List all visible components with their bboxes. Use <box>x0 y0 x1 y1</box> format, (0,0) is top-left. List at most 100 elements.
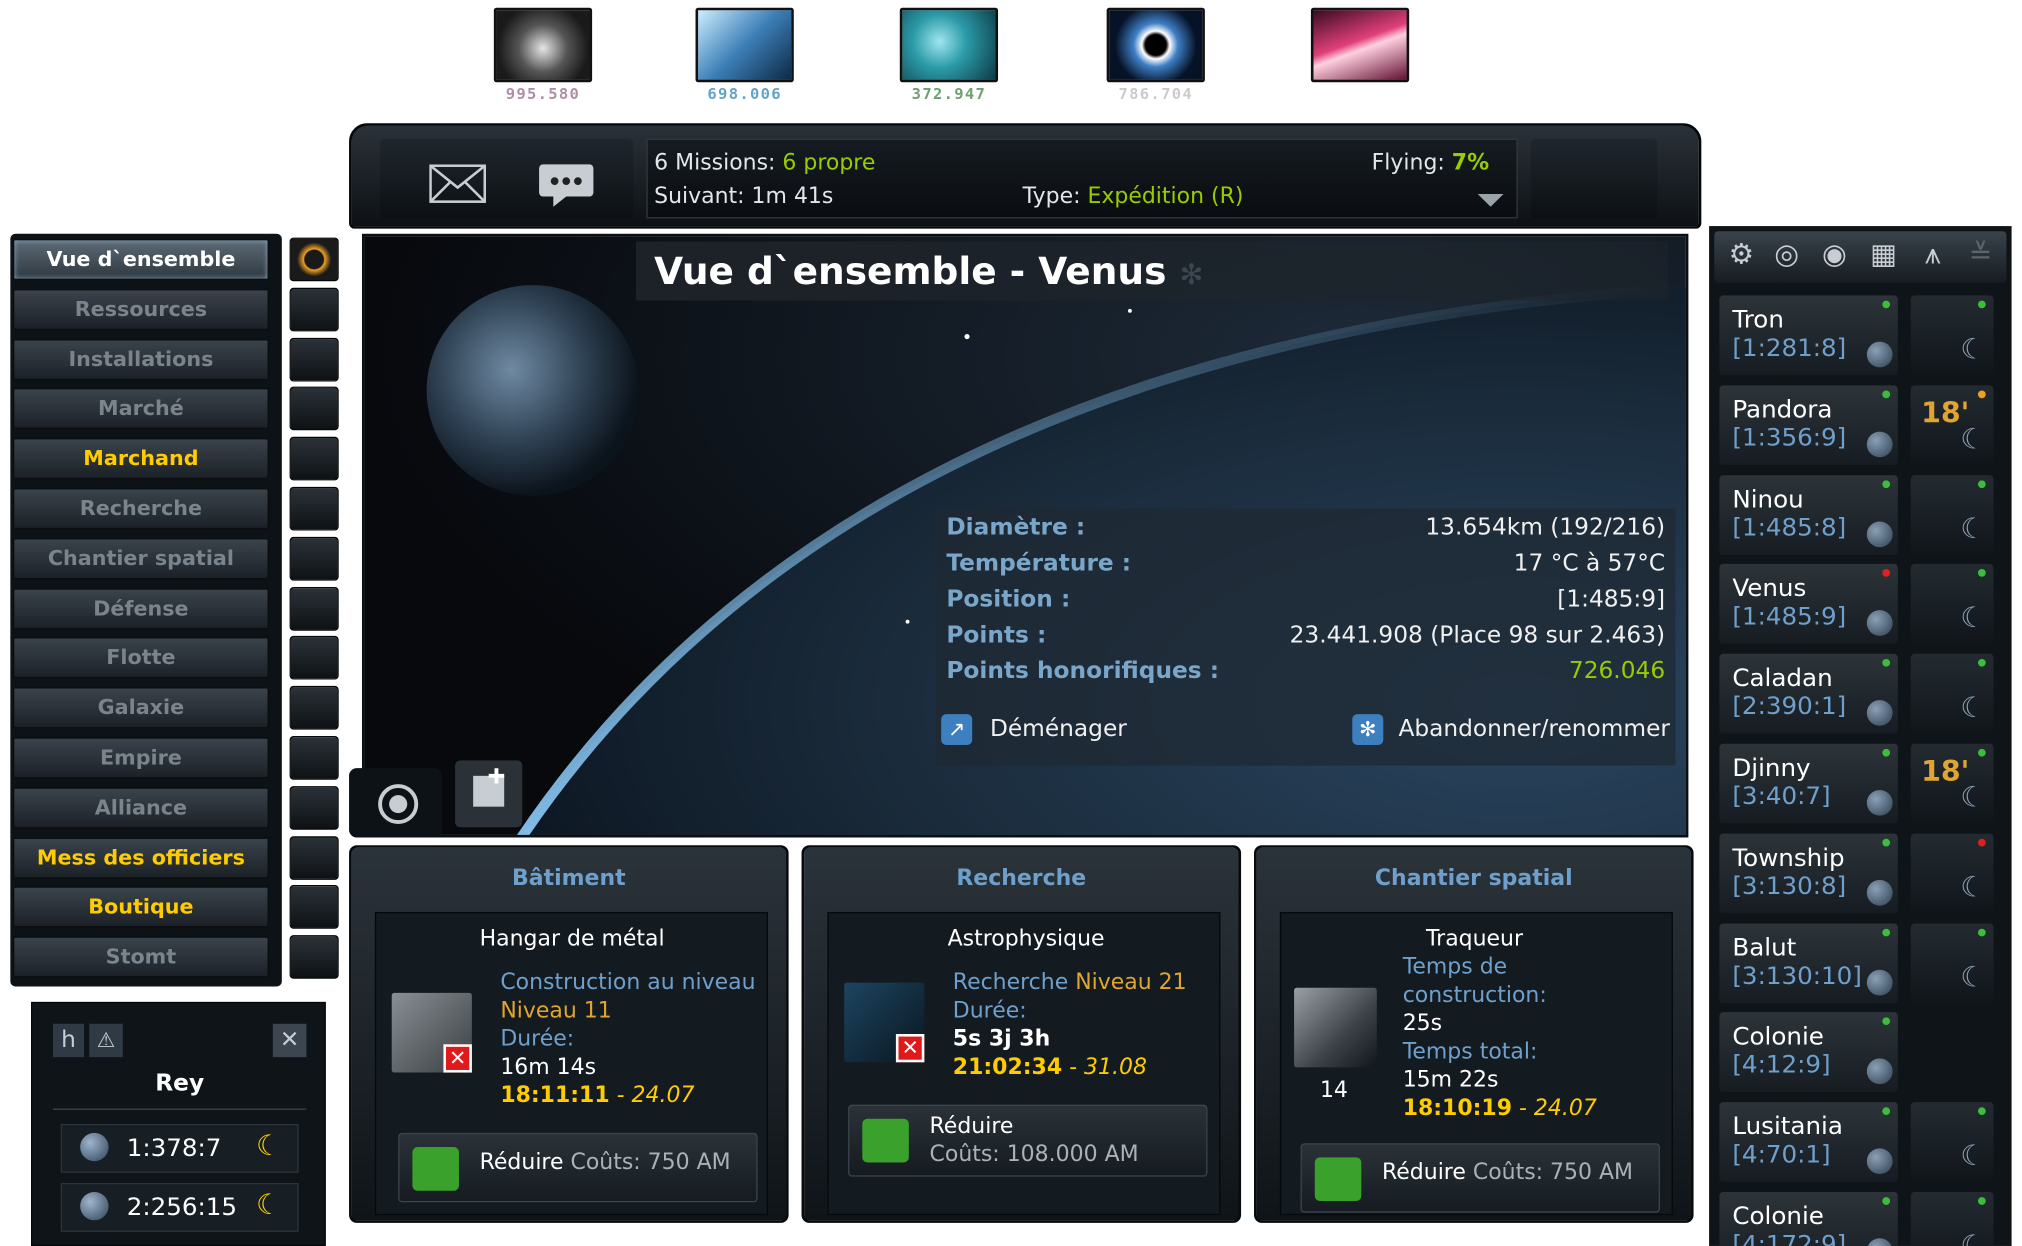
collapse-icon[interactable]: ≚ <box>1957 239 2004 271</box>
planet-item[interactable]: Township [3:130:8] <box>1719 833 1898 914</box>
gear-icon[interactable]: ✻ <box>1179 259 1203 291</box>
resources-icon[interactable] <box>289 287 339 332</box>
flying-label: Flying: <box>1371 150 1445 176</box>
move-planet-link[interactable]: ↗ Déménager <box>941 714 1127 746</box>
menu-item[interactable]: Recherche <box>12 488 269 530</box>
menu-item[interactable]: Défense <box>12 587 269 629</box>
planet-name: Tron <box>1732 305 1784 334</box>
menu-item[interactable]: Empire <box>12 737 269 779</box>
mail-icon[interactable] <box>429 164 487 203</box>
moon-slot[interactable]: ☾ <box>1910 564 1994 645</box>
moon-slot[interactable]: ☾ <box>1910 654 1994 734</box>
menu-item[interactable]: Flotte <box>12 637 269 679</box>
chevron-down-icon[interactable] <box>1475 191 1506 209</box>
build-time-label-1: Temps de <box>1402 954 1508 981</box>
type-value: Expédition (R) <box>1087 183 1244 210</box>
chat-icon[interactable] <box>538 162 595 208</box>
research-icon[interactable] <box>289 486 339 531</box>
menu-item[interactable]: Stomt <box>12 936 269 978</box>
moon-slot[interactable]: ☾ <box>1910 295 1994 376</box>
activity-dot <box>1977 569 1986 578</box>
menu-item[interactable]: Galaxie <box>12 687 269 729</box>
shop-icon[interactable] <box>289 885 339 930</box>
resource-crystal[interactable]: 698.006 <box>693 7 796 106</box>
target-icon[interactable]: ◎ <box>1763 239 1810 271</box>
moon-orbit-icon[interactable] <box>375 781 422 827</box>
add-note-icon[interactable] <box>468 768 512 812</box>
shipyard-reduce-button[interactable]: Réduire Coûts: 750 AM <box>1300 1143 1660 1213</box>
moon-slot[interactable]: ☾ <box>1910 474 1994 555</box>
moon-slot[interactable]: ☾ <box>1910 833 1994 914</box>
menu-item[interactable]: Boutique <box>12 886 269 928</box>
moon-slot[interactable]: ☾ 18' <box>1910 743 1994 824</box>
planet-item[interactable]: Lusitania [4:70:1] <box>1719 1102 1898 1182</box>
planet-name: Lusitania <box>1732 1112 1843 1141</box>
menu-item[interactable]: Chantier spatial <box>12 537 269 580</box>
coord-entry[interactable]: 2:256:15 ☾ <box>60 1183 299 1232</box>
installations-icon[interactable] <box>289 337 339 381</box>
resource-metal[interactable]: 995.580 <box>491 7 594 106</box>
moon-slot[interactable]: ☾ 18' <box>1910 385 1994 465</box>
menu-item[interactable]: Marché <box>12 388 269 430</box>
h-button[interactable]: h <box>53 1023 85 1058</box>
activity-dot <box>1882 1017 1891 1026</box>
planet-item[interactable]: Pandora [1:356:9] <box>1719 385 1898 465</box>
activity-dot <box>1882 1107 1891 1116</box>
officers-icon[interactable] <box>289 835 339 880</box>
gear-icon[interactable]: ⚙ <box>1719 239 1763 271</box>
trader-icon[interactable] <box>289 436 339 481</box>
menu-item[interactable]: Mess des officiers <box>12 836 269 879</box>
menu-item[interactable]: Vue d`ensemble <box>12 238 269 281</box>
cancel-icon[interactable]: ✕ <box>895 1034 925 1063</box>
grid-icon[interactable]: ▦ <box>1859 239 1908 271</box>
resource-dark-matter[interactable]: 826 <box>1308 7 1411 106</box>
moon-slot[interactable]: ☾ <box>1910 1102 1994 1182</box>
moon-slot[interactable]: ☾ <box>1910 923 1994 1003</box>
fleet-icon[interactable]: ⩚ <box>1908 239 1957 271</box>
stomt-icon[interactable] <box>289 935 339 980</box>
building-reduce-button[interactable]: Réduire Coûts: 750 AM <box>398 1132 758 1203</box>
cancel-icon[interactable]: ✕ <box>443 1044 472 1073</box>
fleet-icon[interactable] <box>289 636 339 681</box>
diameter-label: Diamètre : <box>946 513 1086 541</box>
planet-item[interactable]: Tron [1:281:8] <box>1719 295 1898 376</box>
reduce-icon <box>412 1147 459 1191</box>
page-title: Vue d`ensemble - Venus ✻ <box>636 241 1668 301</box>
resource-energy[interactable]: 786.704 <box>1104 7 1207 106</box>
moon-icon[interactable]: ☾ <box>256 1189 282 1221</box>
planet-icon <box>80 1132 109 1162</box>
planet-item[interactable]: Colonie [4:12:9] <box>1719 1012 1898 1093</box>
alliance-icon[interactable] <box>289 785 339 830</box>
research-reduce-button[interactable]: Réduire Coûts: 108.000 AM <box>848 1104 1208 1177</box>
shipyard-icon[interactable] <box>289 536 339 581</box>
moon-icon[interactable]: ☾ <box>256 1130 282 1162</box>
fleet-events[interactable]: 6 Missions: 6 propre Flying: 7% Suivant:… <box>646 138 1518 219</box>
building-duration-label: Durée: <box>500 1026 575 1053</box>
market-icon[interactable] <box>289 387 339 431</box>
coord-entry[interactable]: 1:378:7 ☾ <box>60 1123 299 1173</box>
menu-item[interactable]: Alliance <box>12 787 269 829</box>
planet-item[interactable]: Balut [3:130:10] <box>1719 923 1898 1003</box>
planet-icon[interactable]: ◉ <box>1810 239 1859 271</box>
planet-item[interactable]: Djinny [3:40:7] <box>1719 743 1898 824</box>
abandon-rename-link[interactable]: ✻ Abandonner/renommer <box>1352 714 1670 746</box>
moon-timer: 18' <box>1921 756 1970 789</box>
resource-deuterium[interactable]: 372.947 <box>897 7 1000 106</box>
planet-name: Balut <box>1732 933 1797 962</box>
galaxy-icon[interactable] <box>289 686 339 730</box>
empire-icon[interactable] <box>289 736 339 780</box>
menu-item[interactable]: Installations <box>12 338 269 380</box>
planet-item[interactable]: Venus [1:485:9] <box>1719 564 1898 645</box>
overview-icon[interactable] <box>289 237 339 282</box>
moon-slot[interactable]: ☾ <box>1910 1192 1994 1246</box>
planet-item[interactable]: Ninou [1:485:8] <box>1719 474 1898 555</box>
planet-item[interactable]: Colonie [4:172:9] <box>1719 1192 1898 1246</box>
planet-item[interactable]: Caladan [2:390:1] <box>1719 654 1898 734</box>
close-icon[interactable]: ✕ <box>272 1023 307 1058</box>
planet-name: Djinny <box>1732 754 1811 783</box>
warning-icon[interactable]: ⚠ <box>89 1023 123 1058</box>
defense-icon[interactable] <box>289 586 339 631</box>
menu-item[interactable]: Ressources <box>12 288 269 330</box>
shipyard-box: Chantier spatial Traqueur 14 Temps de co… <box>1254 845 1694 1223</box>
menu-item[interactable]: Marchand <box>12 438 269 480</box>
